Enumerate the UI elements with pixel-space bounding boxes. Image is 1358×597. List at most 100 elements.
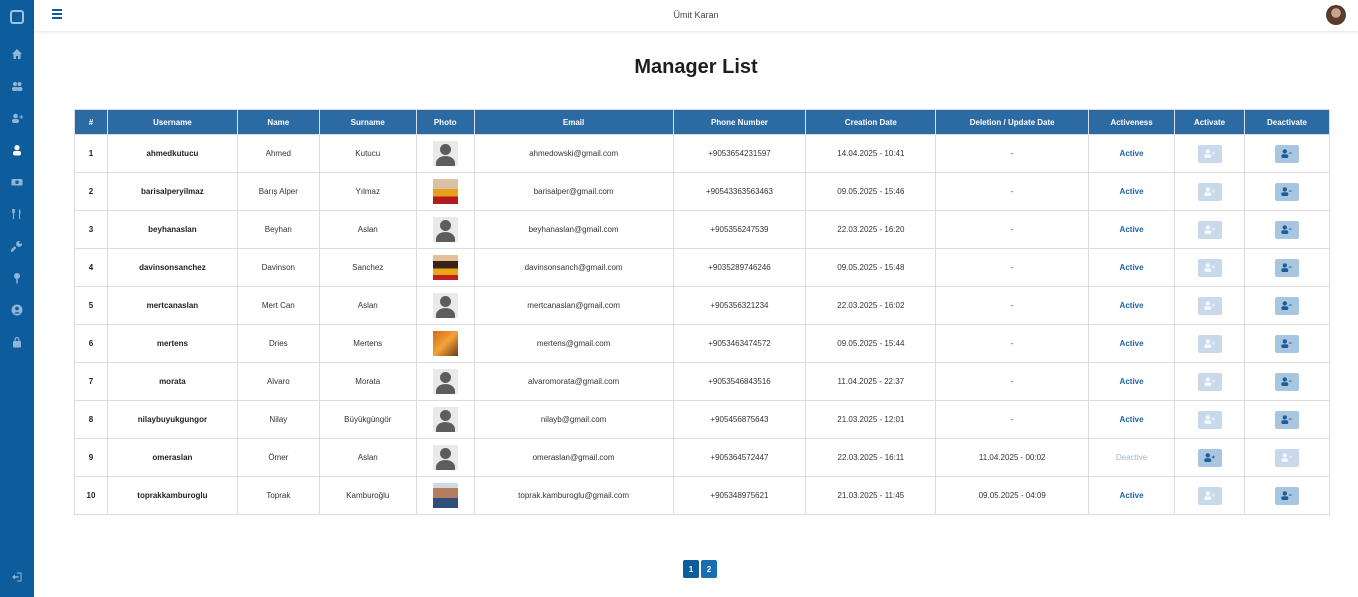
deactivate-button[interactable] (1274, 410, 1299, 429)
page-button-1[interactable]: 1 (683, 560, 699, 578)
column-header: Email (473, 109, 674, 135)
email-cell: barisalper@gmail.com (473, 172, 674, 211)
table-row: 8 nilaybuyukgungor Nilay Büyükgüngör nilayb@… (74, 400, 1331, 439)
column-header: Name (236, 109, 320, 135)
user-icon[interactable] (9, 142, 25, 158)
current-user-name: Ümit Karan (673, 10, 719, 20)
deactivate-button[interactable] (1274, 258, 1299, 277)
user-plus-icon (1204, 491, 1215, 500)
deactivate-button[interactable] (1274, 486, 1299, 505)
activate-button[interactable] (1197, 486, 1222, 505)
activate-cell (1174, 172, 1245, 211)
surname-cell: Sanchez (318, 248, 417, 287)
update-date-cell: - (935, 286, 1090, 325)
profile-photo (432, 255, 458, 280)
activate-button[interactable] (1197, 296, 1222, 315)
user-plus-icon (1204, 377, 1215, 386)
deactivate-button[interactable] (1274, 220, 1299, 239)
status-badge: Active (1119, 225, 1144, 234)
wrench-icon[interactable] (9, 238, 25, 254)
column-header: # (74, 109, 108, 135)
profile-photo (432, 369, 458, 394)
email-cell: omeraslan@gmail.com (473, 438, 674, 477)
profile-photo (432, 407, 458, 432)
app-logo-icon[interactable] (10, 10, 24, 24)
page-button-2[interactable]: 2 (701, 560, 717, 578)
logout-icon[interactable] (9, 569, 25, 585)
username-cell: ahmedkutucu (106, 134, 238, 173)
phone-cell: +90543363563463 (672, 172, 807, 211)
email-cell: ahmedowski@gmail.com (473, 134, 674, 173)
surname-cell: Kamburoğlu (318, 476, 417, 515)
photo-cell (415, 248, 475, 287)
name-cell: Davinson (236, 248, 320, 287)
email-cell: nilayb@gmail.com (473, 400, 674, 439)
column-header: Username (106, 109, 238, 135)
user-plus-icon (1204, 149, 1215, 158)
update-date-cell: - (935, 324, 1090, 363)
username-cell: morata (106, 362, 238, 401)
photo-cell (415, 134, 475, 173)
profile-photo (432, 179, 458, 204)
location-pin-icon[interactable] (9, 270, 25, 286)
surname-cell: Aslan (318, 286, 417, 325)
status-badge: Deactive (1116, 453, 1148, 462)
status-badge: Active (1119, 339, 1144, 348)
user-circle-icon[interactable] (9, 302, 25, 318)
home-icon[interactable] (9, 46, 25, 62)
activate-cell (1174, 438, 1245, 477)
username-cell: toprakkamburoglu (106, 476, 238, 515)
activate-button[interactable] (1197, 410, 1222, 429)
photo-cell (415, 324, 475, 363)
name-cell: Ömer (236, 438, 320, 477)
name-cell: Mert Can (236, 286, 320, 325)
table-row: 5 mertcanaslan Mert Can Aslan mertcanaslan@g… (74, 286, 1331, 325)
users-icon[interactable] (9, 78, 25, 94)
column-header: Phone Number (672, 109, 807, 135)
user-avatar[interactable] (1326, 5, 1346, 25)
creation-date-cell: 11.04.2025 - 22:37 (805, 362, 937, 401)
photo-cell (415, 362, 475, 401)
activate-button[interactable] (1197, 220, 1222, 239)
creation-date-cell: 21.03.2025 - 12:01 (805, 400, 937, 439)
update-date-cell: - (935, 172, 1090, 211)
activeness-cell: Active (1088, 400, 1176, 439)
money-icon[interactable] (9, 174, 25, 190)
row-number: 3 (74, 210, 108, 249)
phone-cell: +9053546843516 (672, 362, 807, 401)
user-minus-icon (1281, 187, 1293, 196)
surname-cell: Büyükgüngör (318, 400, 417, 439)
creation-date-cell: 14.04.2025 - 10:41 (805, 134, 937, 173)
lock-icon[interactable] (9, 334, 25, 350)
username-cell: davinsonsanchez (106, 248, 238, 287)
activate-button[interactable] (1197, 448, 1222, 467)
deactivate-button[interactable] (1274, 334, 1299, 353)
deactivate-button[interactable] (1274, 182, 1299, 201)
deactivate-cell (1243, 248, 1331, 287)
creation-date-cell: 22.03.2025 - 16:02 (805, 286, 937, 325)
user-plus-icon[interactable] (9, 110, 25, 126)
deactivate-button[interactable] (1274, 372, 1299, 391)
activate-button[interactable] (1197, 144, 1222, 163)
activate-button[interactable] (1197, 372, 1222, 391)
user-plus-icon (1204, 187, 1215, 196)
name-cell: Toprak (236, 476, 320, 515)
update-date-cell: - (935, 248, 1090, 287)
activate-cell (1174, 400, 1245, 439)
activate-button[interactable] (1197, 334, 1222, 353)
table-row: 2 barisalperyilmaz Barış Alper Yılmaz barisa… (74, 172, 1331, 211)
activate-cell (1174, 134, 1245, 173)
status-badge: Active (1119, 187, 1144, 196)
activate-button[interactable] (1197, 258, 1222, 277)
photo-cell (415, 286, 475, 325)
deactivate-button[interactable] (1274, 448, 1299, 467)
deactivate-button[interactable] (1274, 296, 1299, 315)
restaurant-icon[interactable] (9, 206, 25, 222)
deactivate-button[interactable] (1274, 144, 1299, 163)
update-date-cell: 09.05.2025 - 04:09 (935, 476, 1090, 515)
activate-button[interactable] (1197, 182, 1222, 201)
deactivate-cell (1243, 172, 1331, 211)
update-date-cell: - (935, 400, 1090, 439)
surname-cell: Aslan (318, 210, 417, 249)
phone-cell: +9053654231597 (672, 134, 807, 173)
